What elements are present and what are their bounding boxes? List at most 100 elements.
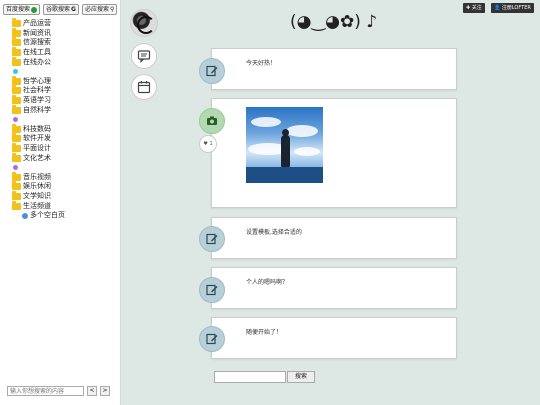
sidebar-item-label: 娱乐休闲 — [23, 182, 51, 191]
sidebar-item — [12, 67, 65, 77]
folder-icon — [12, 27, 21, 37]
text-post-badge — [199, 226, 225, 252]
baidu-icon — [31, 6, 38, 13]
sidebar-item[interactable]: 在线工具 — [12, 47, 65, 58]
post-text-3[interactable]: 个人的嗯吗啊？ — [211, 267, 457, 309]
post-text: 个人的嗯吗啊？ — [246, 279, 289, 286]
folder-icon — [12, 133, 21, 143]
sidebar-item-label: 产品运营 — [23, 19, 51, 28]
sidebar-item[interactable]: 软件开发 — [12, 133, 65, 144]
bing-search-label: 必应搜索 — [84, 6, 109, 13]
sidebar-item[interactable]: 文学知识 — [12, 190, 65, 202]
sidebar-item[interactable]: 平面设计 — [12, 143, 65, 154]
cloud — [286, 125, 318, 137]
bing-search-button[interactable]: 必应搜索 ⚲ — [81, 4, 118, 15]
folder-icon — [12, 75, 21, 85]
register-label: 注册LOFTER — [501, 5, 531, 11]
post-photo-image[interactable] — [246, 107, 323, 183]
sidebar-item-label: 新闻资讯 — [23, 28, 51, 37]
sidebar-item-label: 音乐视频 — [23, 172, 51, 181]
sidebar-search-input[interactable] — [7, 386, 84, 396]
prev-button[interactable]: < — [87, 386, 97, 396]
baidu-search-label: 百度搜索 — [6, 6, 31, 13]
sidebar-item-label: 生活频道 — [23, 201, 51, 210]
separator-dot-icon — [13, 69, 18, 75]
baidu-search-button[interactable]: 百度搜索 — [3, 4, 41, 15]
ground — [246, 167, 323, 183]
folder-icon — [12, 190, 21, 200]
message-icon — [137, 50, 151, 63]
magnifier-icon: ⚲ — [109, 6, 115, 13]
blog-avatar[interactable] — [130, 9, 158, 37]
sidebar-item[interactable]: 社会科学 — [12, 85, 65, 96]
bookmark-tree: 产品运营 新闻资讯 信源搜索 在线工具 在线办公哲学心理 社会科学 英语学习 自然科学科技数码… — [12, 18, 65, 221]
text-post-badge — [199, 326, 225, 352]
blog-search-input[interactable] — [214, 371, 286, 383]
post-text-2[interactable]: 设置模板,选择合适的 — [211, 217, 457, 259]
person-silhouette — [281, 135, 290, 167]
edit-icon — [206, 233, 218, 245]
folder-icon — [12, 181, 21, 191]
archive-button[interactable] — [131, 74, 157, 100]
sidebar-item[interactable]: 生活频道 — [12, 200, 65, 211]
blog-search: 搜索 — [214, 371, 316, 383]
separator-dot-icon — [13, 117, 18, 123]
folder-icon — [12, 56, 21, 66]
sidebar-item[interactable]: 娱乐休闲 — [12, 181, 65, 192]
sidebar-item[interactable]: 在线办公 — [12, 56, 65, 67]
sidebar-item[interactable]: 英语学习 — [12, 95, 65, 106]
post-text: 今天好热！ — [246, 60, 277, 67]
sidebar-item[interactable]: 哲学心理 — [12, 75, 65, 87]
google-icon: G — [71, 6, 76, 13]
sidebar-item-label: 哲学心理 — [23, 76, 51, 85]
cloud — [251, 117, 281, 127]
folder-icon — [12, 37, 21, 47]
sidebar-item[interactable]: 新闻资讯 — [12, 27, 65, 39]
register-button[interactable]: 👤 注册LOFTER — [491, 3, 534, 13]
sidebar-item[interactable]: 自然科学 — [12, 104, 65, 115]
blog-title: (◕‿◕✿) ♪ — [290, 12, 378, 32]
folder-icon — [12, 95, 21, 105]
post-text: 随便开始了！ — [246, 329, 283, 336]
google-search-button[interactable]: 谷歌搜索 G — [43, 4, 79, 15]
sidebar-item[interactable]: 产品运营 — [12, 18, 65, 29]
sidebar-item[interactable]: 科技数码 — [12, 123, 65, 135]
message-button[interactable] — [131, 43, 157, 69]
sidebar-item-label: 文化艺术 — [23, 153, 51, 162]
folder-icon — [12, 85, 21, 95]
sidebar-item — [12, 163, 65, 173]
folder-icon — [12, 143, 21, 153]
sidebar-item-label: 在线工具 — [23, 48, 51, 57]
like-count: 1 — [209, 141, 213, 147]
folder-icon — [12, 152, 21, 162]
post-text-4[interactable]: 随便开始了！ — [211, 317, 457, 359]
blog-search-button[interactable]: 搜索 — [287, 371, 316, 383]
next-button[interactable]: > — [100, 386, 110, 396]
post-photo[interactable] — [211, 98, 457, 208]
edit-icon — [206, 284, 218, 296]
sidebar-item[interactable]: 文化艺术 — [12, 152, 65, 163]
sidebar-item-label: 平面设计 — [23, 144, 51, 153]
sidebar-item-label: 在线办公 — [23, 57, 51, 66]
post-text: 设置模板,选择合适的 — [246, 229, 302, 236]
folder-icon — [12, 47, 21, 57]
google-search-label: 谷歌搜索 — [46, 6, 71, 13]
sidebar-item[interactable]: 音乐视频 — [12, 171, 65, 183]
folder-icon — [12, 18, 21, 28]
text-post-badge — [199, 58, 225, 84]
sidebar-item-label: 多个空白页 — [30, 211, 65, 220]
folder-icon — [12, 200, 21, 210]
cloud — [294, 147, 320, 156]
like-button[interactable]: ♥ 1 — [199, 135, 217, 153]
sidebar-item[interactable]: 信源搜索 — [12, 37, 65, 48]
sidebar-item-label: 自然科学 — [23, 105, 51, 114]
sidebar-item — [12, 115, 65, 125]
folder-icon — [12, 171, 21, 181]
folder-icon — [12, 104, 21, 114]
follow-button[interactable]: ✚ 关注 — [463, 3, 485, 13]
sidebar-item[interactable]: 多个空白页 — [12, 211, 65, 221]
post-text-1[interactable]: 今天好热！ — [211, 48, 457, 90]
search-engine-buttons: 百度搜索 谷歌搜索 G 必应搜索 ⚲ — [3, 4, 118, 15]
camera-icon — [207, 116, 217, 125]
sidebar-item-label: 文学知识 — [23, 191, 51, 200]
